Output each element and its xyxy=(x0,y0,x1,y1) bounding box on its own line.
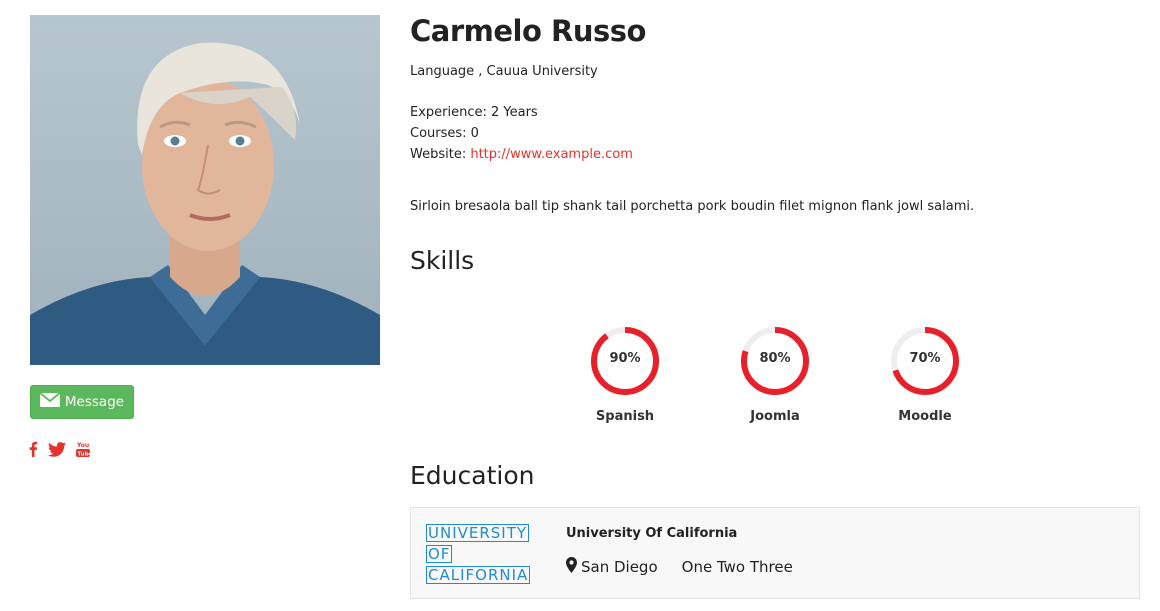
school-name: University Of California xyxy=(566,526,738,541)
envelope-icon xyxy=(39,392,61,411)
twitter-icon[interactable] xyxy=(48,441,66,457)
logo-line: UNIVERSITY xyxy=(426,524,530,542)
skill-percent: 80% xyxy=(759,351,791,366)
message-button[interactable]: Message xyxy=(30,385,134,419)
education-card: UNIVERSITY OF CALIFORNIA University Of C… xyxy=(410,507,1140,599)
experience-text: Experience: 2 Years xyxy=(410,105,538,120)
education-heading: Education xyxy=(410,461,535,490)
facebook-icon[interactable] xyxy=(28,441,38,457)
courses-text: Courses: 0 xyxy=(410,126,479,141)
svg-text:You: You xyxy=(76,442,89,449)
logo-line: OF xyxy=(426,545,453,563)
university-logo: UNIVERSITY OF CALIFORNIA xyxy=(426,523,531,586)
skill-label: Spanish xyxy=(595,409,655,424)
profile-bio: Sirloin bresaola ball tip shank tail por… xyxy=(410,199,975,214)
school-detail: One Two Three xyxy=(681,558,793,576)
website-label: Website: xyxy=(410,147,467,162)
social-links: You Tube xyxy=(28,441,90,457)
skill-label: Moodle xyxy=(898,409,952,424)
message-button-label: Message xyxy=(64,394,125,410)
svg-text:Tube: Tube xyxy=(78,452,91,458)
logo-line: CALIFORNIA xyxy=(426,566,531,584)
skill-joomla: 80% Joomla xyxy=(715,325,835,424)
website-row: Website: http://www.example.com xyxy=(410,147,633,162)
website-link[interactable]: http://www.example.com xyxy=(470,147,633,162)
education-meta: San Diego One Two Three xyxy=(566,557,793,577)
profile-subtitle: Language , Cauua University xyxy=(410,64,598,79)
skills-heading: Skills xyxy=(410,246,475,275)
map-marker-icon xyxy=(566,557,577,577)
skill-moodle: 70% Moodle xyxy=(865,325,985,424)
profile-photo xyxy=(30,15,380,365)
skill-label: Joomla xyxy=(750,409,800,424)
school-location: San Diego xyxy=(581,558,658,576)
skill-spanish: 90% Spanish xyxy=(565,325,685,424)
skill-percent: 90% xyxy=(609,351,641,366)
youtube-icon[interactable]: You Tube xyxy=(76,441,90,457)
profile-name: Carmelo Russo xyxy=(410,14,646,48)
skill-percent: 70% xyxy=(909,351,941,366)
